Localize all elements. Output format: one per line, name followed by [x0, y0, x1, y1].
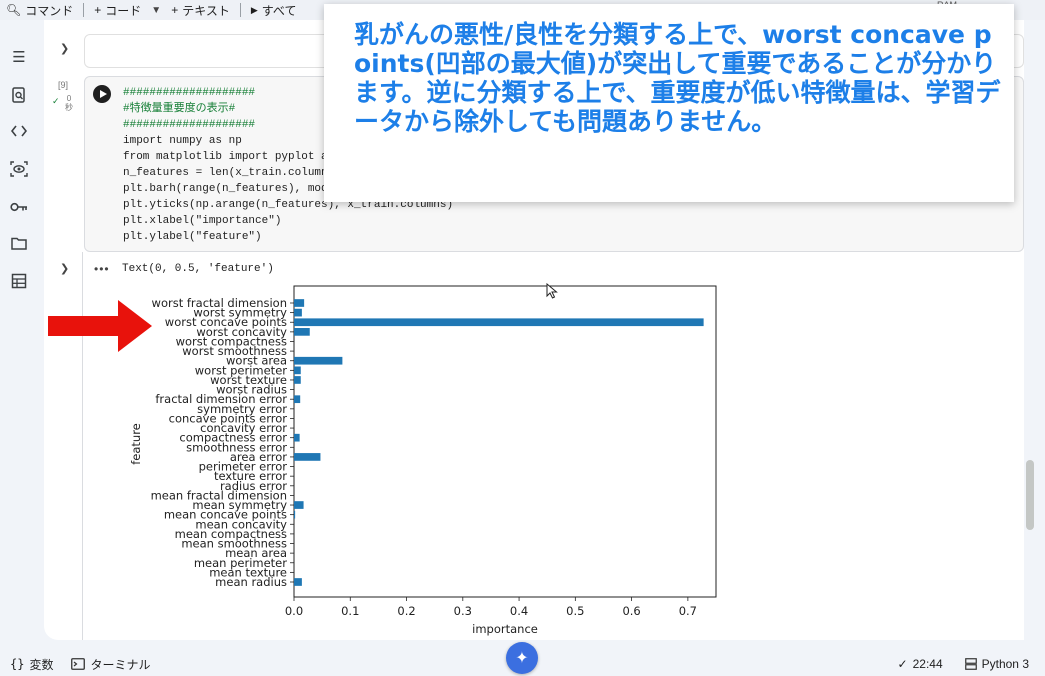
bar: [294, 501, 304, 509]
status-time: 22:44: [912, 657, 943, 671]
x-tick-label: 0.4: [510, 604, 528, 618]
braces-icon: {}: [10, 657, 25, 671]
terminal-label: ターミナル: [90, 657, 151, 672]
variables-label: 変数: [29, 657, 54, 672]
red-arrow-annotation: [48, 300, 152, 352]
bar: [294, 308, 302, 317]
y-tick-label: worst fractal dimension: [152, 296, 287, 310]
x-tick-label: 0.3: [454, 604, 472, 618]
bar: [294, 578, 302, 586]
bar: [294, 328, 310, 336]
bar: [294, 356, 343, 365]
annotation-callout: 乳がんの悪性/良性を分類する上で、worst concave points(凹部…: [324, 4, 1014, 202]
check-icon: ✓: [897, 657, 908, 671]
bar: [294, 395, 301, 404]
terminal-button[interactable]: ターミナル: [71, 656, 150, 673]
bar: [294, 510, 296, 519]
bar: [294, 299, 305, 307]
bar: [294, 366, 301, 375]
status-bar: {} 変数 ターミナル ✓ 22:44 Python 3: [0, 652, 1045, 676]
bar: [294, 433, 300, 442]
x-tick-label: 0.7: [679, 604, 697, 618]
bar: [294, 453, 321, 461]
runtime-label: Python 3: [981, 657, 1029, 671]
callout-text: 乳がんの悪性/良性を分類する上で、worst concave points(凹部…: [354, 20, 1001, 136]
server-icon: [964, 658, 977, 670]
x-tick-label: 0.0: [285, 604, 303, 618]
x-tick-label: 0.6: [622, 604, 640, 618]
variables-button[interactable]: {} 変数: [10, 656, 53, 673]
x-tick-label: 0.1: [341, 604, 359, 618]
bar: [294, 318, 704, 327]
vertical-scrollbar[interactable]: [1026, 460, 1034, 530]
y-axis-label: feature: [129, 423, 143, 465]
plot-area: [293, 285, 717, 598]
bar: [294, 376, 301, 384]
x-tick-label: 0.5: [566, 604, 584, 618]
terminal-icon: [71, 658, 86, 670]
runtime-button[interactable]: Python 3: [964, 657, 1029, 671]
x-axis-label: importance: [472, 622, 538, 636]
execution-status[interactable]: ✓ 22:44: [898, 657, 943, 671]
arrow-shape: [48, 300, 152, 352]
x-tick-label: 0.2: [397, 604, 415, 618]
mouse-cursor-icon: [546, 283, 558, 299]
